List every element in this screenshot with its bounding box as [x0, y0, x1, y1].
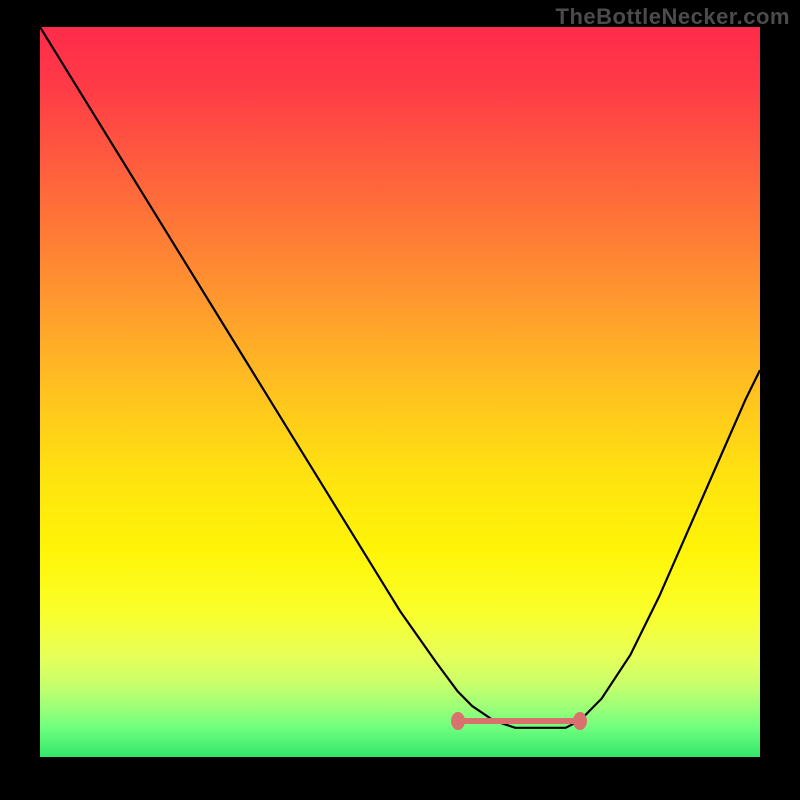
plot-area — [40, 27, 760, 757]
chart-frame: TheBottleNecker.com — [0, 0, 800, 800]
optimal-band — [458, 718, 580, 724]
bottleneck-curve — [40, 27, 760, 757]
watermark-text: TheBottleNecker.com — [556, 4, 790, 30]
